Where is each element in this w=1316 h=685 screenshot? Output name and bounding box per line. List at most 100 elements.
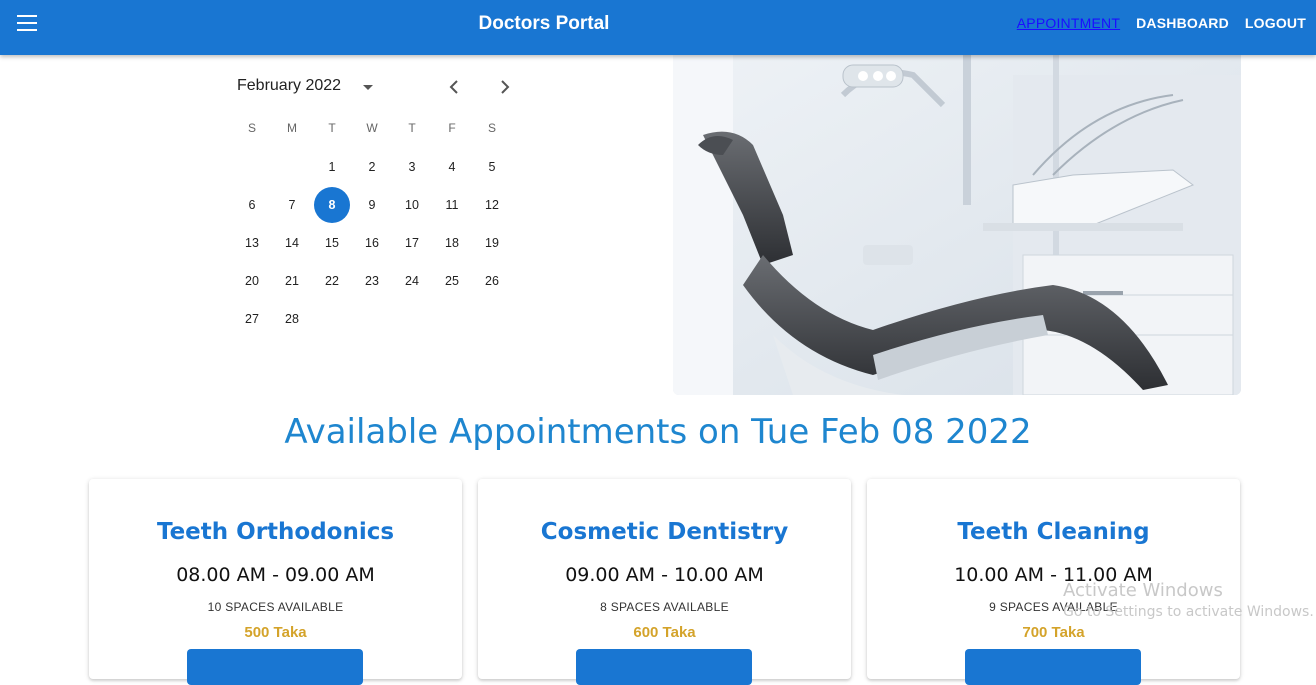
calendar-day[interactable]: 4: [432, 148, 472, 186]
calendar-day-number: 10: [405, 198, 419, 212]
weekday-label: T: [328, 121, 336, 135]
nav-dashboard-link[interactable]: DASHBOARD: [1136, 15, 1229, 31]
calendar-day-number: 18: [445, 236, 459, 250]
calendar-day[interactable]: 27: [232, 300, 272, 338]
calendar-day-number: 25: [445, 274, 459, 288]
weekday-label: S: [487, 121, 496, 135]
book-appointment-button[interactable]: [965, 649, 1141, 685]
calendar-day-number: 22: [325, 274, 339, 288]
calendar-day[interactable]: 23: [352, 262, 392, 300]
calendar-day[interactable]: 2: [352, 148, 392, 186]
calendar-empty-cell: [432, 300, 472, 338]
calendar-day[interactable]: 3: [392, 148, 432, 186]
watermark-subtitle: Go to Settings to activate Windows.: [1063, 604, 1314, 620]
service-name: Cosmetic Dentistry: [540, 519, 789, 545]
calendar-week-row: 6 7 8 9 10 11 12: [232, 186, 512, 224]
calendar-header: February 2022: [237, 75, 517, 99]
calendar-day[interactable]: 7: [272, 186, 312, 224]
calendar-day-number: 8: [314, 187, 350, 223]
available-appointments-heading: Available Appointments on Tue Feb 08 202…: [284, 412, 1032, 452]
nav-appointment-link[interactable]: APPOINTMENT: [1017, 15, 1120, 31]
spaces-available: 8 SPACES AVAILABLE: [600, 600, 729, 614]
book-appointment-button[interactable]: [187, 649, 363, 685]
calendar-day[interactable]: 12: [472, 186, 512, 224]
calendar-day-number: [234, 149, 270, 185]
appointment-card: Teeth Orthodonics 08.00 AM - 09.00 AM 10…: [89, 479, 462, 685]
calendar-day-number: 17: [405, 236, 419, 250]
calendar-empty-cell: [232, 148, 272, 186]
calendar-week-row: 20 21 22 23 24 25 26: [232, 262, 512, 300]
calendar-day-number: 16: [365, 236, 379, 250]
weekday-label: T: [408, 121, 416, 135]
calendar-day-number: 9: [368, 198, 376, 212]
calendar-day-number: [474, 301, 510, 337]
calendar-day[interactable]: 14: [272, 224, 312, 262]
service-time: 09.00 AM - 10.00 AM: [565, 564, 764, 586]
calendar-day[interactable]: 8: [312, 186, 352, 224]
calendar-empty-cell: [272, 148, 312, 186]
calendar-day-number: 14: [285, 236, 299, 250]
calendar-day[interactable]: 13: [232, 224, 272, 262]
calendar-week-row: 27 28: [232, 300, 512, 338]
calendar-day-number: 15: [325, 236, 339, 250]
calendar: February 2022 SMTWTFS 1 2 3 4 5 6 7 8 9 10 11 12 13 1…: [89, 55, 657, 345]
calendar-day[interactable]: 16: [352, 224, 392, 262]
calendar-day-number: 3: [408, 160, 416, 174]
weekday-label: M: [287, 121, 297, 135]
book-appointment-button[interactable]: [576, 649, 752, 685]
service-price: 700 Taka: [1022, 624, 1085, 641]
calendar-day-number: 4: [448, 160, 456, 174]
calendar-day[interactable]: 18: [432, 224, 472, 262]
nav-logout-link[interactable]: LOGOUT: [1245, 15, 1306, 31]
calendar-day[interactable]: 22: [312, 262, 352, 300]
calendar-day-number: 19: [485, 236, 499, 250]
calendar-empty-cell: [352, 300, 392, 338]
calendar-day[interactable]: 24: [392, 262, 432, 300]
calendar-day[interactable]: 10: [392, 186, 432, 224]
calendar-day[interactable]: 19: [472, 224, 512, 262]
calendar-day[interactable]: 17: [392, 224, 432, 262]
calendar-day-number: 13: [245, 236, 259, 250]
calendar-day-number: [354, 301, 390, 337]
calendar-day[interactable]: 6: [232, 186, 272, 224]
service-name: Teeth Cleaning: [957, 519, 1150, 545]
calendar-day[interactable]: 5: [472, 148, 512, 186]
calendar-empty-cell: [392, 300, 432, 338]
calendar-day-number: 2: [368, 160, 376, 174]
next-month-chevron-icon[interactable]: [493, 75, 517, 99]
month-dropdown-caret-icon[interactable]: [363, 85, 373, 90]
previous-month-chevron-icon[interactable]: [442, 75, 466, 99]
service-time: 08.00 AM - 09.00 AM: [176, 564, 375, 586]
spaces-available: 10 SPACES AVAILABLE: [207, 600, 344, 614]
watermark-title: Activate Windows: [1063, 580, 1223, 601]
activate-windows-watermark: Activate Windows Go to Settings to activ…: [1063, 580, 1314, 620]
calendar-month-label[interactable]: February 2022: [237, 77, 341, 95]
calendar-day[interactable]: 28: [272, 300, 312, 338]
calendar-day-number: 11: [445, 198, 459, 212]
calendar-day-number: 23: [365, 274, 379, 288]
calendar-day-number: 26: [485, 274, 499, 288]
top-nav: APPOINTMENT DASHBOARD LOGOUT: [1017, 15, 1306, 31]
calendar-day[interactable]: 9: [352, 186, 392, 224]
app-title: Doctors Portal: [478, 13, 610, 34]
calendar-day-number: [274, 149, 310, 185]
calendar-day[interactable]: 1: [312, 148, 352, 186]
calendar-grid: SMTWTFS 1 2 3 4 5 6 7 8 9 10 11 12 13 14 15 16 17 18 19 20 2…: [232, 108, 512, 338]
calendar-day-number: 24: [405, 274, 419, 288]
appointment-card: Teeth Cleaning 10.00 AM - 11.00 AM 9 SPA…: [867, 479, 1240, 685]
calendar-day[interactable]: 15: [312, 224, 352, 262]
weekday-label: S: [247, 121, 256, 135]
calendar-day-number: 21: [285, 274, 299, 288]
calendar-day-number: 5: [488, 160, 496, 174]
service-price: 600 Taka: [633, 624, 696, 641]
dental-chair-hero-image: [673, 55, 1241, 395]
calendar-empty-cell: [312, 300, 352, 338]
calendar-day-number: 27: [245, 312, 259, 326]
calendar-day[interactable]: 11: [432, 186, 472, 224]
calendar-day[interactable]: 26: [472, 262, 512, 300]
calendar-empty-cell: [472, 300, 512, 338]
calendar-day[interactable]: 21: [272, 262, 312, 300]
calendar-day-number: 7: [288, 198, 296, 212]
calendar-day[interactable]: 25: [432, 262, 472, 300]
calendar-day[interactable]: 20: [232, 262, 272, 300]
